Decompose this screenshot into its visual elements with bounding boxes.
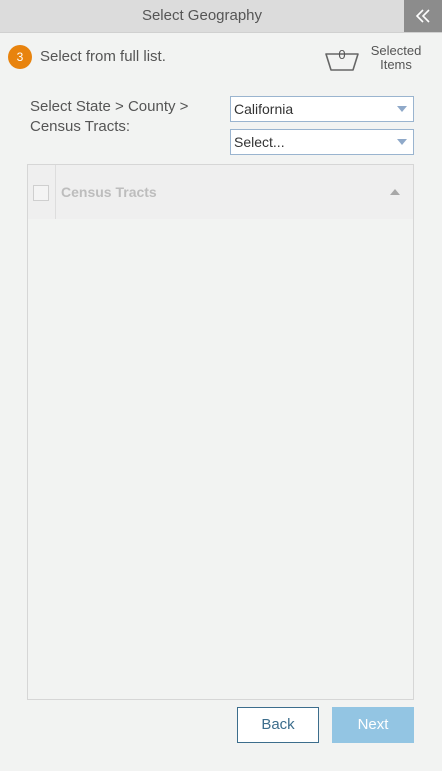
state-select-value: California	[234, 101, 294, 117]
next-button[interactable]: Next	[332, 707, 414, 743]
geography-prompt: Select State > County > Census Tracts:	[30, 97, 226, 137]
column-divider	[55, 165, 56, 219]
chevron-down-icon	[397, 106, 407, 112]
step-number-badge: 3	[8, 45, 32, 69]
selected-label-line2: Items	[380, 57, 412, 72]
collapse-panel-button[interactable]	[404, 0, 442, 32]
double-chevron-left-icon	[415, 9, 430, 23]
panel-header: Select Geography	[0, 0, 442, 33]
census-tracts-grid[interactable]: Census Tracts	[27, 164, 414, 700]
selected-items-button[interactable]: 0 Selected Items	[323, 44, 433, 76]
county-select[interactable]: Select...	[230, 129, 414, 155]
selected-label-line1: Selected	[370, 43, 422, 58]
sort-ascending-icon[interactable]	[390, 189, 400, 195]
grid-header: Census Tracts	[28, 165, 413, 219]
selected-count: 0	[338, 47, 346, 62]
prompt-line1: Select State > County >	[30, 98, 189, 115]
state-select[interactable]: California	[230, 96, 414, 122]
prompt-line2: Census Tracts:	[30, 118, 131, 135]
back-button[interactable]: Back	[237, 707, 319, 743]
census-tracts-column-header[interactable]: Census Tracts	[61, 184, 157, 200]
panel-title: Select Geography	[141, 7, 263, 24]
selected-items-label: Selected Items	[361, 44, 431, 72]
step-instruction: Select from full list.	[40, 48, 166, 65]
select-all-checkbox[interactable]	[33, 185, 49, 201]
chevron-down-icon	[397, 139, 407, 145]
county-select-value: Select...	[234, 134, 285, 150]
